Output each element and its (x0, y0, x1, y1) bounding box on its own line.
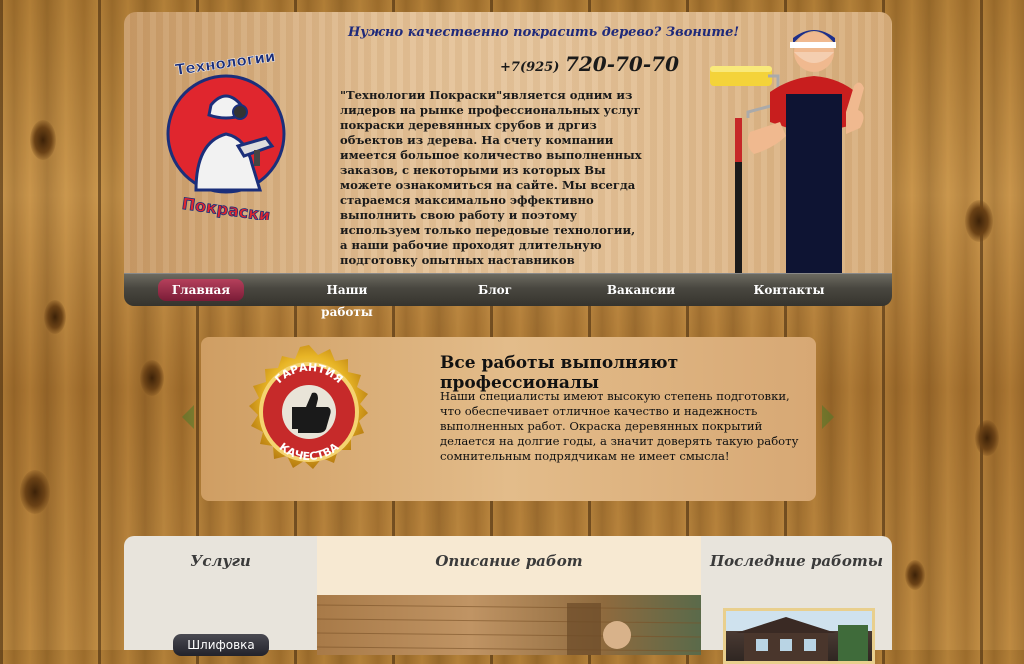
services-column: Услуги Шлифовка (124, 536, 317, 656)
phone-digits: 720-70-70 (564, 52, 679, 76)
wood-knot (44, 300, 66, 334)
nav-item-vacancies[interactable]: Вакансии (604, 279, 678, 301)
recent-works-column: Последние работы (701, 536, 892, 664)
works-description-title: Описание работ (435, 552, 583, 570)
nav-item-contacts[interactable]: Контакты (752, 279, 826, 301)
slider-panel: ГАРАНТИЯ КАЧЕСТВА Все работы выполняют п… (201, 337, 816, 501)
header-tagline: Нужно качественно покрасить дерево? Звон… (348, 25, 740, 40)
painter-worker-image (710, 30, 864, 274)
quality-guarantee-badge: ГАРАНТИЯ КАЧЕСТВА (249, 345, 368, 469)
slider-title: Все работы выполняют профессионалы (440, 353, 679, 393)
slider-next-arrow[interactable] (822, 405, 834, 429)
nav-item-home[interactable]: Главная (158, 279, 244, 301)
company-description: "Технологии Покраски"является одним из л… (340, 88, 642, 267)
slider-text: Наши специалисты имеют высокую степень п… (440, 389, 799, 463)
nav-item-our-works[interactable]: Наши работы (300, 279, 394, 319)
wood-knot (30, 120, 56, 160)
wood-knot (975, 420, 999, 456)
recent-work-thumbnail[interactable] (723, 608, 875, 664)
nav-item-blog[interactable]: Блог (468, 279, 522, 301)
service-button-sanding[interactable]: Шлифовка (173, 634, 269, 656)
recent-house-photo (736, 617, 868, 661)
wood-knot (905, 560, 925, 590)
main-nav: Главная Наши работы Блог Вакансии Контак… (124, 273, 892, 319)
recent-works-title: Последние работы (709, 552, 884, 570)
phone-number[interactable]: +7(925) 720-70-70 (500, 52, 679, 76)
services-title: Услуги (190, 552, 251, 570)
wood-knot (140, 360, 164, 396)
company-logo[interactable]: Технологии Покраски (166, 50, 286, 220)
site-header: Технологии Покраски Нужно качественно по… (124, 12, 892, 274)
phone-code: +7(925) (500, 60, 560, 75)
wood-knot (20, 470, 50, 514)
log-house-photo (317, 603, 701, 655)
logo-bottom-text: Покраски (181, 194, 272, 220)
wood-knot (965, 200, 993, 242)
works-photo (317, 595, 701, 655)
slider-prev-arrow[interactable] (182, 405, 194, 429)
works-description-column: Описание работ (317, 536, 701, 655)
